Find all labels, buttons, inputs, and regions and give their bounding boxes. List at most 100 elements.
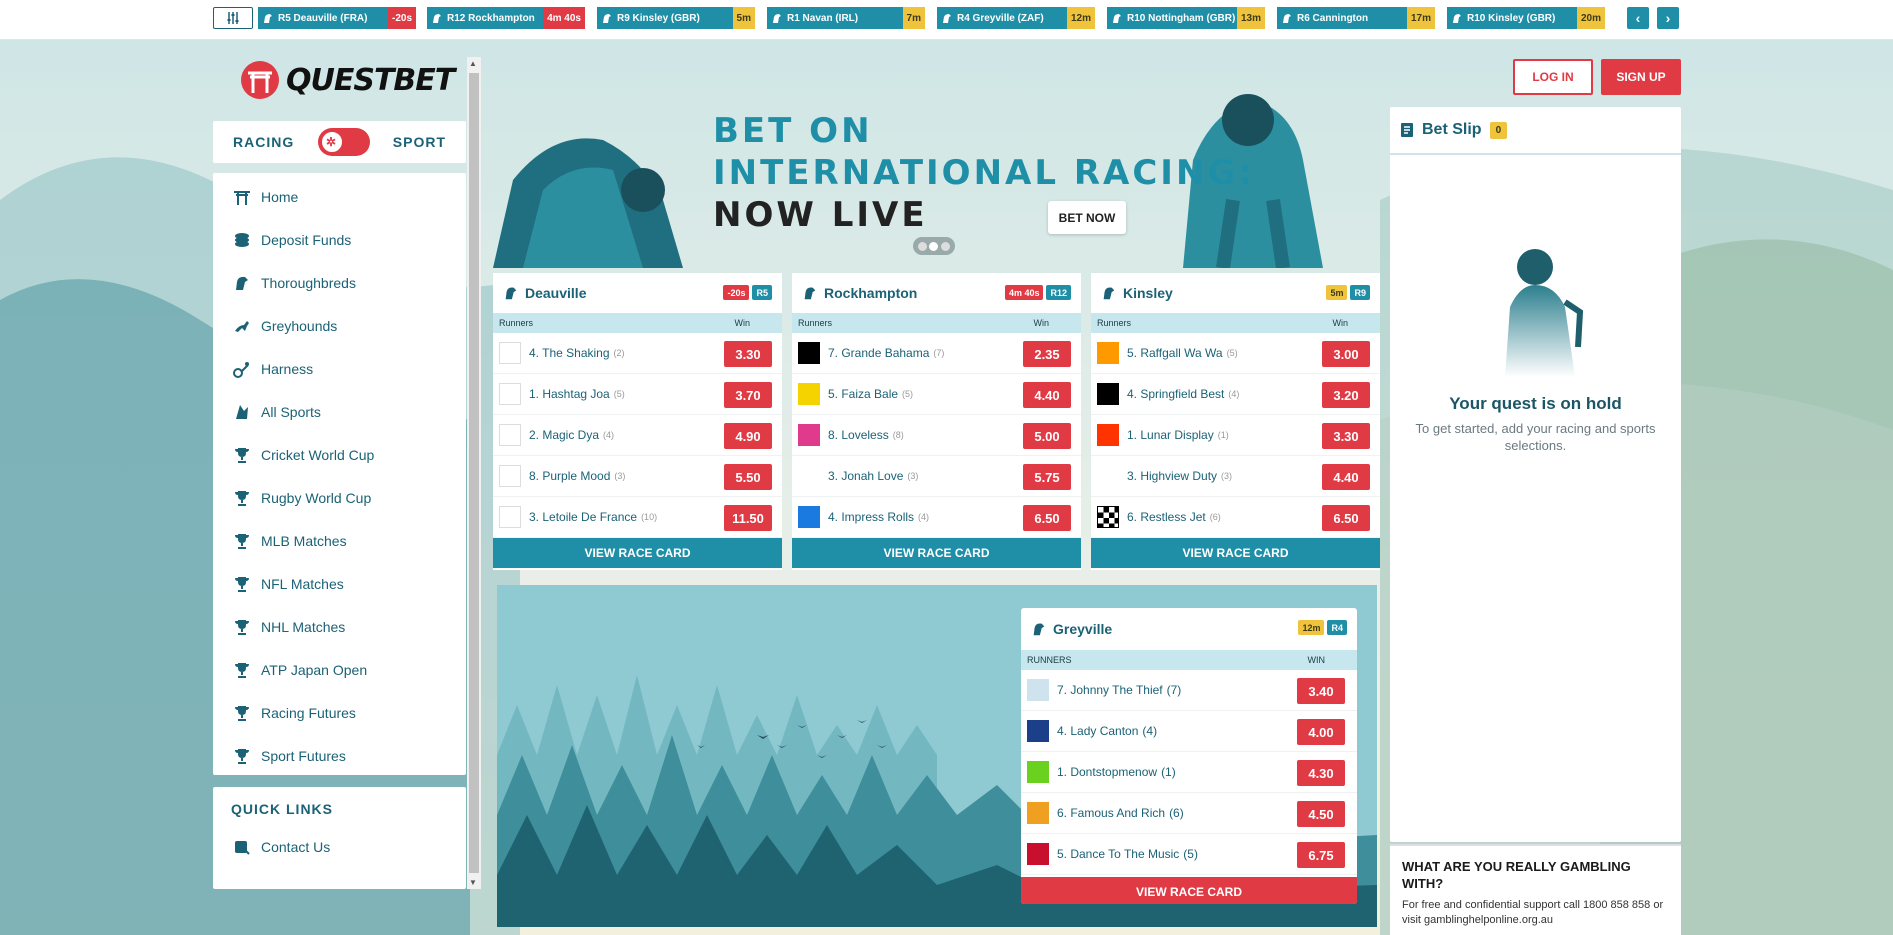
win-price-button[interactable]: 5.50	[724, 464, 772, 490]
race-ticker-bar: R5 Deauville (FRA) -20s R12 Rockhampton …	[0, 0, 1893, 40]
runner-barrier: (4)	[1142, 724, 1158, 738]
runner-barrier: (10)	[641, 512, 658, 522]
brand-logo[interactable]: QUESTBET	[240, 58, 455, 102]
sidebar-item-sport-futures[interactable]: Sport Futures	[213, 734, 466, 777]
runner-row: 7. Johnny The Thief (7) 3.40	[1021, 670, 1357, 711]
ticker-item[interactable]: R1 Navan (IRL) 7m	[767, 7, 925, 29]
sidebar-item-racing-futures[interactable]: Racing Futures	[213, 691, 466, 734]
trophy-icon	[235, 490, 249, 506]
runner-row: 3. Highview Duty (3) 4.40	[1091, 456, 1380, 497]
gambling-notice-title: WHAT ARE YOU REALLY GAMBLING WITH?	[1402, 859, 1631, 891]
win-price-button[interactable]: 3.70	[724, 382, 772, 408]
sidebar-scrollbar[interactable]: ▲ ▼	[467, 57, 481, 889]
sidebar-item-label: Deposit Funds	[261, 231, 352, 248]
sidebar-item-all-sports[interactable]: All Sports	[213, 390, 466, 433]
sidebar-item-nfl-matches[interactable]: NFL Matches	[213, 562, 466, 605]
race-card-header[interactable]: Rockhampton 4m 40s R12	[792, 273, 1081, 313]
sidebar-item-thoroughbreds[interactable]: Thoroughbreds	[213, 261, 466, 304]
runner-name: 2. Magic Dya	[529, 428, 600, 442]
sign-up-button[interactable]: SIGN UP	[1601, 59, 1681, 95]
toggle-sport-label[interactable]: SPORT	[393, 134, 446, 150]
horse-icon	[264, 14, 272, 23]
win-price-button[interactable]: 3.20	[1322, 382, 1370, 408]
ticker-item[interactable]: R9 Kinsley (GBR) 5m	[597, 7, 755, 29]
scroll-up-icon[interactable]: ▲	[469, 59, 477, 68]
win-price-button[interactable]: 5.00	[1023, 423, 1071, 449]
win-price-button[interactable]: 4.00	[1297, 719, 1345, 745]
quick-links-title: QUICK LINKS	[231, 801, 333, 817]
view-race-card-button[interactable]: VIEW RACE CARD	[792, 538, 1081, 568]
win-price-button[interactable]: 5.75	[1023, 464, 1071, 490]
scrollbar-thumb[interactable]	[469, 73, 479, 873]
win-price-button[interactable]: 3.30	[1322, 423, 1370, 449]
sidebar-item-atp-japan-open[interactable]: ATP Japan Open	[213, 648, 466, 691]
win-price-button[interactable]: 3.30	[724, 341, 772, 367]
ticker-item[interactable]: R10 Kinsley (GBR) 20m	[1447, 7, 1605, 29]
sidebar-item-home[interactable]: Home	[213, 175, 466, 218]
sidebar-item-rugby-world-cup[interactable]: Rugby World Cup	[213, 476, 466, 519]
sidebar-item-deposit-funds[interactable]: Deposit Funds	[213, 218, 466, 261]
trophy-icon	[235, 533, 249, 549]
race-card-header[interactable]: Deauville -20s R5	[493, 273, 782, 313]
win-price-button[interactable]: 3.40	[1297, 678, 1345, 704]
runner-name: 6. Famous And Rich	[1057, 806, 1166, 820]
trophy-icon	[235, 748, 249, 764]
sidebar-item-greyhounds[interactable]: Greyhounds	[213, 304, 466, 347]
win-price-button[interactable]: 6.75	[1297, 842, 1345, 868]
runner-barrier: (7)	[933, 348, 945, 358]
horse-icon	[603, 14, 611, 23]
win-price-button[interactable]: 6.50	[1322, 505, 1370, 531]
race-card-header[interactable]: Greyville 12m R4	[1021, 608, 1357, 650]
coins-icon	[235, 232, 249, 247]
win-price-button[interactable]: 11.50	[724, 505, 772, 531]
ticker-race: R10 Kinsley (GBR)	[1467, 12, 1556, 24]
runner-barrier: (4)	[1228, 389, 1240, 399]
win-price-button[interactable]: 4.30	[1297, 760, 1345, 786]
race-number-badge: R4	[1327, 620, 1347, 635]
sidebar-item-harness[interactable]: Harness	[213, 347, 466, 390]
view-race-card-button[interactable]: VIEW RACE CARD	[493, 538, 782, 568]
ticker-item[interactable]: R4 Greyville (ZAF) 12m	[937, 7, 1095, 29]
ticker-item[interactable]: R5 Deauville (FRA) -20s	[258, 7, 416, 29]
toggle-racing-label[interactable]: RACING	[233, 134, 294, 150]
runner-row: 5. Raffgall Wa Wa (5) 3.00	[1091, 333, 1380, 374]
filter-button[interactable]	[213, 7, 253, 29]
mode-switch[interactable]: ✲	[317, 128, 370, 156]
horse-icon	[505, 287, 517, 300]
quick-link-contact-us[interactable]: Contact Us	[213, 829, 466, 865]
view-race-card-button[interactable]: VIEW RACE CARD	[1091, 538, 1380, 568]
sidebar-item-label: NHL Matches	[261, 618, 346, 635]
sidebar-item-nhl-matches[interactable]: NHL Matches	[213, 605, 466, 648]
jockey-silk-icon	[499, 506, 521, 528]
runners-column-header: Runners	[499, 318, 534, 328]
win-price-button[interactable]: 4.90	[724, 423, 772, 449]
carousel-dots[interactable]	[913, 237, 955, 255]
runner-barrier: (5)	[613, 389, 625, 399]
race-card-header[interactable]: Kinsley 5m R9	[1091, 273, 1380, 313]
runner-name: 1. Lunar Display	[1127, 428, 1214, 442]
ticker-item[interactable]: R12 Rockhampton 4m 40s	[427, 7, 585, 29]
log-in-button[interactable]: LOG IN	[1513, 59, 1593, 95]
win-price-button[interactable]: 2.35	[1023, 341, 1071, 367]
win-price-button[interactable]: 4.40	[1023, 382, 1071, 408]
win-price-button[interactable]: 4.40	[1322, 464, 1370, 490]
bet-now-button[interactable]: BET NOW	[1048, 201, 1126, 234]
win-price-button[interactable]: 3.00	[1322, 341, 1370, 367]
sidebar-item-cricket-world-cup[interactable]: Cricket World Cup	[213, 433, 466, 476]
trophy-icon	[235, 576, 249, 592]
hero-banner[interactable]: BET ON INTERNATIONAL RACING: NOW LIVE BE…	[493, 70, 1380, 268]
sidebar-item-mlb-matches[interactable]: MLB Matches	[213, 519, 466, 562]
ticker-next-button[interactable]: ›	[1657, 7, 1679, 29]
ticker-item[interactable]: R6 Cannington 17m	[1277, 7, 1435, 29]
gambling-notice-text: For free and confidential support call 1…	[1402, 899, 1664, 926]
scroll-down-icon[interactable]: ▼	[469, 878, 477, 887]
bet-slip-count-badge: 0	[1489, 121, 1508, 139]
win-price-button[interactable]: 4.50	[1297, 801, 1345, 827]
runner-barrier: (4)	[603, 430, 615, 440]
win-price-button[interactable]: 6.50	[1023, 505, 1071, 531]
ticker-prev-button[interactable]: ‹	[1627, 7, 1649, 29]
runners-column-header: RUNNERS	[1027, 655, 1072, 665]
jockey-silk-icon	[798, 383, 820, 405]
ticker-item[interactable]: R10 Nottingham (GBR) 13m	[1107, 7, 1265, 29]
view-race-card-button[interactable]: VIEW RACE CARD	[1021, 877, 1357, 904]
